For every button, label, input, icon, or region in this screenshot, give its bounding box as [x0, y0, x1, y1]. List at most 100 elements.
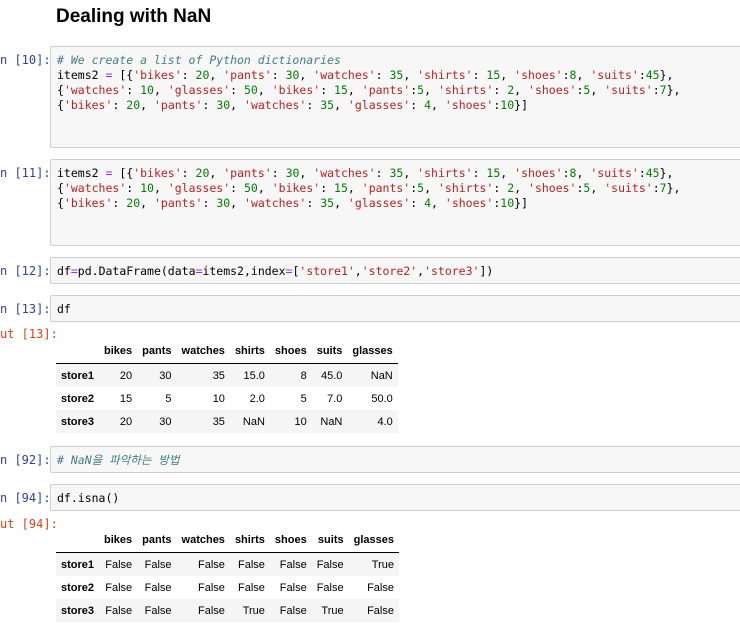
code-token: :: [126, 181, 141, 195]
table-row: store1 False False False False False False True: [56, 552, 399, 576]
code-token: ,: [576, 68, 591, 82]
code-token: 15: [334, 181, 348, 195]
code-token: ,: [431, 196, 445, 210]
table-cell: NaN: [320, 415, 343, 428]
code-token: =: [70, 264, 78, 278]
code-token: 'pants': [361, 181, 411, 195]
code-token: 'store1': [299, 264, 355, 278]
table-cell: False: [105, 604, 133, 617]
code-token: 30: [216, 98, 231, 112]
code-editor[interactable]: df=pd.DataFrame(data=items2,index=['stor…: [51, 258, 740, 279]
code-token: 'shoes': [514, 166, 563, 180]
code-cell[interactable]: df=pd.DataFrame(data=items2,index=['stor…: [50, 257, 740, 284]
code-token: ,: [334, 98, 348, 112]
code-token: ,: [590, 83, 605, 97]
code-token: :: [126, 83, 141, 97]
code-cell[interactable]: df.isna(): [50, 484, 740, 511]
code-token: 'watches': [244, 196, 307, 210]
table-cell: 30: [159, 415, 172, 428]
code-token: 'pants': [153, 196, 203, 210]
code-token: 50: [244, 181, 258, 195]
code-token: 'glasses': [167, 83, 231, 97]
index-header: [56, 528, 100, 553]
code-token: ,: [153, 181, 168, 195]
column-header: pants: [137, 339, 177, 364]
code-token: 'shoes': [528, 181, 577, 195]
code-token: pd.DataFrame(data: [77, 264, 196, 278]
column-header: pants: [137, 528, 177, 553]
table-cell: 20: [119, 415, 133, 428]
code-token: }]: [514, 196, 529, 210]
row-index: store3: [61, 415, 95, 428]
code-token: 'store2': [361, 264, 418, 278]
code-token: ,: [347, 181, 362, 195]
code-token: :: [271, 68, 286, 82]
code-editor[interactable]: items2 = [{'bikes': 20, 'pants': 30, 'wa…: [51, 160, 740, 211]
code-token: ]): [479, 264, 494, 278]
code-token: :: [652, 181, 660, 195]
code-token: 'bikes': [63, 98, 113, 112]
code-token: ,: [140, 196, 154, 210]
code-cell[interactable]: # NaN을 파악하는 방법: [50, 446, 740, 473]
code-token: },: [666, 83, 681, 97]
code-token: 'bikes': [271, 83, 321, 97]
table-row: store3 False False False True False True False: [56, 599, 399, 622]
code-token: 7: [659, 181, 667, 195]
table-cell: 15: [119, 392, 133, 405]
code-token: 'bikes': [133, 68, 182, 82]
code-token: :: [493, 83, 508, 97]
code-token: 'glasses': [347, 98, 411, 112]
code-token: :: [230, 83, 244, 97]
column-header: glasses: [348, 528, 399, 553]
code-editor[interactable]: df: [51, 296, 740, 317]
row-index: store2: [61, 392, 95, 405]
input-prompt: n [10]:: [0, 53, 51, 67]
table-cell: False: [105, 581, 133, 594]
code-cell[interactable]: # We create a list of Python dictionarie…: [50, 46, 740, 148]
code-token: :: [638, 166, 646, 180]
table-cell: False: [316, 558, 344, 571]
table-cell: False: [198, 558, 225, 571]
code-token: :: [493, 181, 508, 195]
table-cell: 5: [165, 392, 172, 405]
code-token: {: [57, 181, 64, 195]
code-token: ,: [424, 83, 438, 97]
code-token: [{: [112, 166, 134, 180]
code-token: 'shirts': [437, 181, 494, 195]
column-header: shoes: [269, 339, 312, 364]
code-token: :: [181, 166, 196, 180]
table-cell: 15.0: [243, 369, 265, 382]
code-token: ,: [590, 181, 605, 195]
code-cell[interactable]: items2 = [{'bikes': 20, 'pants': 30, 'wa…: [50, 159, 740, 246]
input-prompt: n [92]:: [0, 453, 51, 467]
table-row: store3 20 30 35 NaN 10 NaN 4.0: [56, 410, 398, 433]
code-token: :: [181, 68, 196, 82]
code-token: 'glasses': [347, 196, 411, 210]
input-prompt: n [94]:: [0, 491, 51, 505]
code-token: [{: [112, 68, 134, 82]
code-editor[interactable]: # NaN을 파악하는 방법: [51, 447, 740, 468]
code-token: :: [306, 98, 321, 112]
table-cell: 2.0: [249, 392, 265, 405]
table-cell: 8: [300, 369, 307, 382]
code-editor[interactable]: df.isna(): [51, 485, 740, 506]
code-token: ,: [347, 83, 362, 97]
code-token: }]: [514, 98, 529, 112]
table-cell: 7.0: [327, 392, 343, 405]
code-token: :: [320, 181, 335, 195]
code-token: :: [472, 166, 487, 180]
code-token: 10: [500, 98, 515, 112]
code-token: 'shirts': [417, 68, 473, 82]
code-token: 'shoes': [514, 68, 563, 82]
code-cell[interactable]: df: [50, 295, 740, 322]
isna-table: bikes pants watches shirts shoes suits glasses…: [56, 528, 399, 622]
table-cell: True: [242, 604, 265, 617]
code-token: :: [375, 68, 390, 82]
code-token: ,: [576, 166, 591, 180]
code-editor[interactable]: # We create a list of Python dictionarie…: [51, 47, 740, 113]
input-prompt: n [13]:: [0, 302, 51, 316]
code-token: # NaN을 파악하는 방법: [57, 453, 180, 467]
code-token: 20: [195, 68, 210, 82]
code-token: {: [57, 83, 64, 97]
code-token: :: [230, 181, 244, 195]
